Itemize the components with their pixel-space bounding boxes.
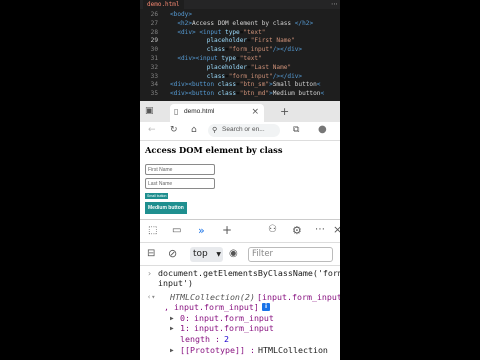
item1-colon: :	[185, 323, 190, 333]
code-text: <h2>Access DOM element by class </h2>	[177, 19, 314, 27]
tab-actions-icon[interactable]: ▣	[145, 107, 154, 116]
search-icon: ⚲	[212, 126, 218, 134]
first-name-input[interactable]	[145, 164, 215, 175]
code-line: 35 <div><button class="btn_md">Medium but…	[140, 90, 340, 99]
code-text: placeholder="Last Name"	[206, 63, 292, 71]
line-number: 29	[150, 37, 158, 45]
result-preview: [input.form_input	[257, 292, 340, 302]
browser-tab-title: demo.html	[184, 108, 215, 115]
prototype-key: [[Prototype]]	[180, 345, 245, 355]
console-filter-bar: ⊟ ⊘ top ▼ ◉ Filter	[140, 243, 340, 266]
profile-icon[interactable]: ●	[318, 125, 327, 135]
code-line: 34 <div><button class="btn_sm">Small butt…	[140, 81, 340, 90]
copy-icon[interactable]: ⧉	[293, 126, 299, 135]
editor-file-tab[interactable]: demo.html	[143, 0, 184, 9]
more-tabs-icon[interactable]: »	[198, 225, 205, 236]
browser-tab-bar: ▣ ▯ demo.html × +	[140, 101, 340, 122]
address-bar[interactable]: ⚲ Search or en...	[208, 124, 280, 137]
devtools-panel: ⬚ ▭ » + ⚇ ⚙ ⋯ × ⊟ ⊘ top ▼ ◉ Filter › doc…	[140, 219, 340, 360]
tab-close-icon[interactable]: ×	[251, 107, 259, 117]
inspect-icon[interactable]: ⬚	[148, 226, 157, 236]
code-text: <div><button class="btn_sm">Small button…	[170, 81, 321, 89]
length-value: 2	[224, 334, 229, 344]
code-line: 26 <body>	[140, 11, 340, 20]
address-placeholder: Search or en...	[222, 126, 265, 133]
last-name-input[interactable]	[145, 178, 215, 189]
line-number: 35	[150, 90, 158, 98]
close-devtools-icon[interactable]: ×	[333, 224, 340, 235]
code-text: <div><input type="text"	[177, 54, 262, 62]
chevron-down-icon: ▼	[216, 251, 221, 258]
device-toolbar-icon[interactable]: ▭	[172, 226, 181, 236]
gear-icon[interactable]: ⚙	[292, 225, 302, 236]
sidebar-toggle-icon[interactable]: ⊟	[147, 249, 155, 259]
add-panel-icon[interactable]: +	[222, 224, 232, 236]
item0-expand-icon[interactable]: ▶	[170, 314, 174, 324]
filter-placeholder: Filter	[252, 249, 274, 259]
console-command-cont: input')	[158, 278, 193, 288]
code-line: 29 placeholder="First Name"	[140, 37, 340, 46]
code-editor: demo.html ⋯ 26 <body> 27 <h2>Access DOM el…	[140, 0, 340, 101]
code-line: 32 placeholder="Last Name"	[140, 64, 340, 73]
line-number: 34	[150, 81, 158, 89]
line-number: 26	[150, 11, 158, 18]
length-colon: :	[215, 334, 220, 344]
code-text: placeholder="First Name"	[206, 37, 295, 45]
phone-screen: demo.html ⋯ 26 <body> 27 <h2>Access DOM el…	[140, 0, 340, 360]
medium-button[interactable]: Medium button	[145, 202, 187, 214]
item1-value: input.form_input	[194, 323, 274, 333]
result-preview-cont: , input.form_input]	[164, 302, 259, 312]
line-number: 33	[150, 72, 158, 80]
small-button[interactable]: Small button	[145, 193, 169, 199]
context-select[interactable]: top ▼	[190, 247, 223, 262]
connection-icon[interactable]: ⚇	[268, 225, 277, 235]
code-line: 31 <div><input type="text"	[140, 55, 340, 64]
prototype-colon: :	[250, 345, 255, 355]
console-filter-input[interactable]: Filter	[248, 247, 333, 262]
close-icon[interactable]: ⋯	[331, 0, 338, 9]
prompt-icon: ›	[147, 268, 152, 278]
prototype-expand-icon[interactable]: ▶	[170, 346, 174, 356]
page-heading: Access DOM element by class	[145, 145, 283, 155]
browser-tab[interactable]: ▯ demo.html ×	[170, 104, 264, 122]
code-line: 27 <h2>Access DOM element by class </h2>	[140, 20, 340, 29]
prototype-value: HTMLCollection	[258, 345, 328, 355]
code-text: class="form_input"/></div>	[206, 46, 303, 54]
code-text: <div><button class="btn_md">Medium butto…	[170, 90, 325, 98]
code-lines: 26 <body> 27 <h2>Access DOM element by cla…	[140, 11, 340, 99]
line-number: 30	[150, 46, 158, 54]
clear-console-icon[interactable]: ⊘	[168, 248, 177, 259]
line-number: 28	[150, 28, 158, 36]
home-icon[interactable]: ⌂	[191, 126, 197, 135]
context-value: top	[193, 249, 208, 259]
result-label[interactable]: HTMLCollection(2)	[170, 292, 255, 302]
item1-expand-icon[interactable]: ▶	[170, 324, 174, 334]
length-key: length	[180, 334, 210, 344]
item0-colon: :	[185, 313, 190, 323]
devtools-toolbar: ⬚ ▭ » + ⚇ ⚙ ⋯ ×	[140, 220, 340, 243]
new-tab-icon[interactable]: +	[280, 106, 289, 117]
code-line: 28 <div> <input type="text"	[140, 29, 340, 38]
refresh-icon[interactable]: ↻	[170, 126, 178, 135]
page-viewport: Access DOM element by class Small button…	[140, 141, 340, 219]
browser-toolbar: ← ↻ ⌂ ⚲ Search or en... ⧉ ●	[140, 122, 340, 141]
item0-value: input.form_input	[194, 313, 274, 323]
console-command: document.getElementsByClassName('form_	[158, 268, 340, 278]
code-line: 33 class="form_input"/></div>	[140, 73, 340, 82]
eye-icon[interactable]: ◉	[229, 249, 238, 259]
code-text: <div> <input type="text"	[177, 28, 266, 36]
page-icon: ▯	[174, 107, 179, 116]
result-expand-icon[interactable]: ‹▾	[147, 292, 155, 302]
line-number: 27	[150, 19, 158, 27]
line-number: 31	[150, 54, 158, 62]
code-text: class="form_input"/></div>	[206, 72, 303, 80]
line-number: 32	[150, 63, 158, 71]
code-line: 30 class="form_input"/></div>	[140, 46, 340, 55]
info-badge-icon[interactable]: i	[262, 303, 270, 311]
code-text: <body>	[170, 11, 193, 18]
back-icon[interactable]: ←	[148, 126, 156, 135]
more-options-icon[interactable]: ⋯	[315, 225, 325, 235]
editor-tab-bar: demo.html ⋯	[140, 0, 340, 9]
